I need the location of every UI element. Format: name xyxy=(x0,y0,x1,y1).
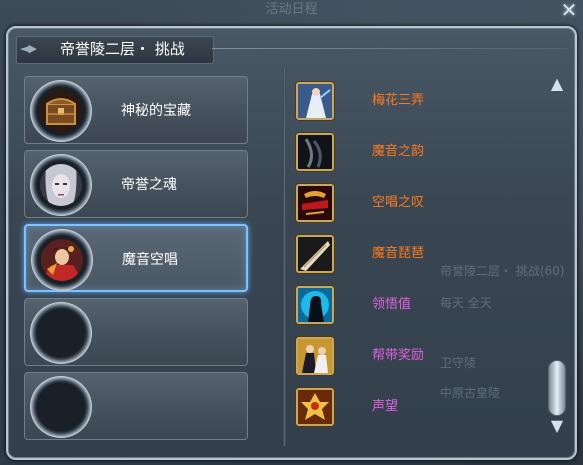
reward-row[interactable]: 领悟值 xyxy=(290,282,548,328)
white-robed-skill-icon xyxy=(296,82,334,120)
header-title: 帝誉陵二层・ 挑战 xyxy=(60,40,185,58)
red-fire-icon xyxy=(296,184,334,222)
close-icon[interactable]: ✕ xyxy=(559,0,579,20)
boss-list: 神秘的宝藏 帝誉之魂 魔音空唱 xyxy=(16,70,280,448)
two-figures-icon xyxy=(296,337,334,375)
dark-blade-icon xyxy=(296,133,334,171)
boss-item-treasure[interactable]: 神秘的宝藏 xyxy=(24,76,248,144)
boss-item-label: 魔音空唱 xyxy=(122,252,178,268)
panel-divider xyxy=(283,68,286,446)
reward-list: 梅花三弄 魔音之韵 空唱之叹 魔音琵琶 领悟值 帮带奖励 声望 xyxy=(290,70,548,448)
dancer-woman-icon xyxy=(41,239,83,281)
reward-label: 领悟值 xyxy=(372,297,412,312)
reward-row[interactable]: 魔音琵琶 xyxy=(290,231,548,277)
reward-row[interactable]: 梅花三弄 xyxy=(290,78,548,124)
empty-portrait-ring xyxy=(30,302,92,364)
empty-portrait-ring xyxy=(30,376,92,438)
scroll-down-arrow-icon[interactable]: ▼ xyxy=(547,416,567,436)
header-ornament-icon: ◄▶ xyxy=(20,42,37,55)
boss-item-label: 帝誉之魂 xyxy=(121,177,177,193)
boss-item-empty-1[interactable] xyxy=(24,298,248,366)
scrollbar-thumb[interactable] xyxy=(548,360,566,416)
blue-silhouette-icon xyxy=(296,286,334,324)
reward-label: 魔音之韵 xyxy=(372,144,425,159)
reward-row[interactable]: 声望 xyxy=(290,384,548,430)
boss-item-label: 神秘的宝藏 xyxy=(121,103,191,119)
reward-label: 空唱之叹 xyxy=(372,195,425,210)
window-title-ghost: 活动日程 xyxy=(265,2,318,17)
reward-row[interactable]: 魔音之韵 xyxy=(290,129,548,175)
reward-label: 魔音琵琶 xyxy=(372,246,425,261)
pipa-instrument-icon xyxy=(296,235,334,273)
scroll-up-arrow-icon[interactable]: ▲ xyxy=(547,74,567,94)
boss-item-soul[interactable]: 帝誉之魂 xyxy=(24,150,248,218)
golden-emblem-icon xyxy=(296,388,334,426)
header-divider xyxy=(212,48,568,49)
reward-label: 帮带奖励 xyxy=(372,348,425,363)
reward-label: 声望 xyxy=(372,399,399,414)
boss-item-empty-2[interactable] xyxy=(24,372,248,440)
reward-row[interactable]: 空唱之叹 xyxy=(290,180,548,226)
reward-label: 梅花三弄 xyxy=(372,93,425,108)
pale-ghost-face-icon xyxy=(40,164,82,206)
boss-item-magic-voice[interactable]: 魔音空唱 xyxy=(24,224,248,292)
reward-row[interactable]: 帮带奖励 xyxy=(290,333,548,379)
treasure-chest-icon xyxy=(40,90,82,132)
